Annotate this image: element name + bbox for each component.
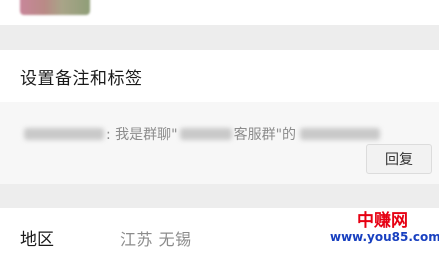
set-remark-and-tags-label: 设置备注和标签 — [20, 68, 143, 89]
blurred-group-name — [179, 128, 232, 140]
blurred-recipient-name — [300, 128, 381, 140]
site-watermark: 中赚网 www.you85.com — [330, 211, 439, 244]
watermark-title: 中赚网 — [357, 211, 408, 231]
set-remark-and-tags-row[interactable]: 设置备注和标签 — [0, 50, 439, 102]
contact-settings-screen: 设置备注和标签 : 我是群聊" 客服群"的 回复 地区 江苏 无锡 中赚网 ww… — [0, 0, 439, 253]
friend-request-message: : 我是群聊" 客服群"的 — [24, 124, 381, 144]
message-text-before: : 我是群聊" — [106, 127, 178, 143]
watermark-url: www.you85.com — [330, 230, 439, 244]
region-label: 地区 — [20, 230, 54, 250]
avatar[interactable] — [20, 0, 90, 15]
friend-request-message-box: : 我是群聊" 客服群"的 回复 — [0, 102, 439, 184]
profile-header — [0, 0, 439, 25]
region-value: 江苏 无锡 — [120, 230, 192, 249]
blurred-sender-name — [24, 128, 104, 140]
reply-button[interactable]: 回复 — [366, 144, 432, 174]
message-text-middle: 客服群"的 — [233, 127, 297, 143]
